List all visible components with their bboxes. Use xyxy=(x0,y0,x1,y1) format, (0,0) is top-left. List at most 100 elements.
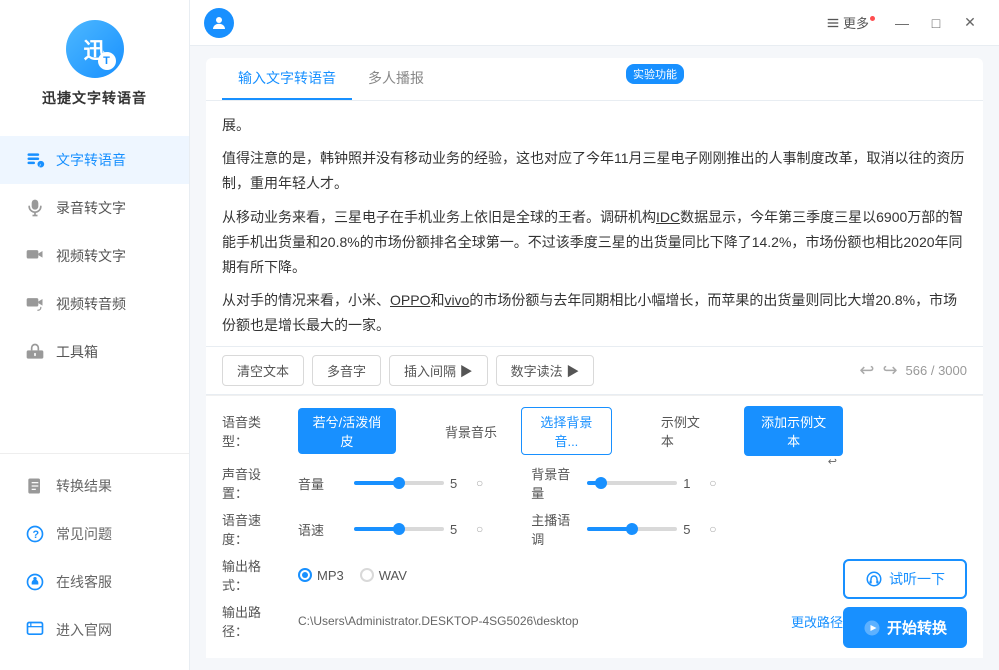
official-site-icon xyxy=(24,619,46,641)
wav-radio[interactable] xyxy=(360,568,374,582)
notification-dot xyxy=(870,16,875,21)
app-name: 迅捷文字转语音 xyxy=(42,88,147,108)
action-buttons: 试听一下 开始转换 xyxy=(843,559,967,648)
path-value: C:\Users\Administrator.DESKTOP-4SG5026\d… xyxy=(298,614,775,628)
bg-volume-slider-container: 1 ○ xyxy=(587,476,716,491)
clear-text-button[interactable]: 清空文本 xyxy=(222,355,304,386)
sidebar-item-text-to-speech[interactable]: ♪ 文字转语音 xyxy=(0,136,189,184)
titlebar: 更多 — □ ✕ xyxy=(190,0,999,46)
polyphone-button[interactable]: 多音字 xyxy=(312,355,381,386)
tabs-bar: 输入文字转语音 多人播报 实验功能 xyxy=(206,58,983,101)
mp3-radio[interactable] xyxy=(298,568,312,582)
insert-gap-button[interactable]: 插入间隔 ▶ xyxy=(389,355,488,386)
tab-text-to-speech[interactable]: 输入文字转语音 xyxy=(222,58,352,100)
example-label: 示例文本 xyxy=(661,412,706,450)
sidebar-item-official-site[interactable]: 进入官网 xyxy=(0,606,189,654)
host-tone-slider[interactable] xyxy=(587,527,677,531)
redo-button[interactable]: ↪ xyxy=(882,360,897,381)
sidebar-item-label-faq: 常见问题 xyxy=(56,524,112,544)
user-avatar xyxy=(204,8,234,38)
play-icon xyxy=(863,619,881,637)
video-to-text-icon xyxy=(24,245,46,267)
sidebar: 迅 T 迅捷文字转语音 ♪ 文字转语音 xyxy=(0,0,190,670)
more-label: 更多 xyxy=(843,13,869,32)
speed-label: 语速 xyxy=(298,520,338,539)
toolbox-icon xyxy=(24,341,46,363)
undo-button[interactable]: ↩ xyxy=(859,360,874,381)
bg-music-label: 背景音乐 xyxy=(445,422,505,441)
voice-type-button[interactable]: 若兮/活泼俏皮 xyxy=(298,408,396,454)
format-mp3[interactable]: MP3 xyxy=(298,568,344,583)
sidebar-item-video-to-audio[interactable]: 视频转音频 xyxy=(0,280,189,328)
sidebar-item-convert-result[interactable]: 转换结果 xyxy=(0,462,189,510)
tab-multi-broadcast[interactable]: 多人播报 xyxy=(352,58,440,100)
maximize-button[interactable]: □ xyxy=(921,8,951,38)
more-button[interactable]: 更多 xyxy=(818,9,883,36)
bg-volume-label: 背景音量 xyxy=(531,464,571,502)
text-content-p1: 展。 xyxy=(222,113,967,138)
bg-volume-value: 1 xyxy=(683,476,703,491)
text-panel[interactable]: 展。 值得注意的是，韩钟照并没有移动业务的经验，这也对应了今年11月三星电子刚刚… xyxy=(206,101,983,347)
convert-label: 开始转换 xyxy=(887,617,947,638)
settings-panel: 语音类型： 若兮/活泼俏皮 背景音乐 选择背景音... 示例文本 xyxy=(206,395,983,658)
text-content-p4: 从对手的情况来看，小米、OPPO和vivo的市场份额与去年同期相比小幅增长，而苹… xyxy=(222,288,967,338)
svg-text:?: ? xyxy=(33,529,40,541)
speed-slider-container: 5 ○ xyxy=(354,522,483,537)
main-area: 更多 — □ ✕ 输入文字转语音 多人播报 实验功能 展。 值得注意的是，韩钟照… xyxy=(190,0,999,670)
listen-label: 试听一下 xyxy=(889,569,945,589)
number-read-button[interactable]: 数字读法 ▶ xyxy=(496,355,595,386)
select-music-button[interactable]: 选择背景音... xyxy=(521,407,612,455)
char-count: 566 / 3000 xyxy=(906,363,967,378)
sidebar-item-label-toolbox: 工具箱 xyxy=(56,342,98,362)
format-label: 输出格式： xyxy=(222,556,282,594)
convert-result-icon xyxy=(24,475,46,497)
convert-button[interactable]: 开始转换 xyxy=(843,607,967,648)
online-service-icon xyxy=(24,571,46,593)
sidebar-item-label-convert-result: 转换结果 xyxy=(56,476,112,496)
host-tone-value: 5 xyxy=(683,522,703,537)
tab-multi-broadcast-label: 多人播报 xyxy=(368,70,424,86)
minimize-button[interactable]: — xyxy=(887,8,917,38)
faq-icon: ? xyxy=(24,523,46,545)
mp3-label: MP3 xyxy=(317,568,344,583)
listen-button[interactable]: 试听一下 xyxy=(843,559,967,599)
close-button[interactable]: ✕ xyxy=(955,8,985,38)
speed-slider[interactable] xyxy=(354,527,444,531)
titlebar-left xyxy=(204,8,818,38)
change-path-button[interactable]: 更改路径 xyxy=(791,612,843,631)
sidebar-item-label-video-to-text: 视频转文字 xyxy=(56,246,126,266)
app-logo: 迅 T 迅捷文字转语音 xyxy=(42,20,147,108)
bg-volume-slider[interactable] xyxy=(587,481,677,485)
sidebar-item-label-official-site: 进入官网 xyxy=(56,620,112,640)
speed-value: 5 xyxy=(450,522,470,537)
sidebar-item-label-text-to-speech: 文字转语音 xyxy=(56,150,126,170)
sidebar-nav: ♪ 文字转语音 录音转文字 视频 xyxy=(0,136,189,453)
sidebar-item-video-to-text[interactable]: 视频转文字 xyxy=(0,232,189,280)
text-to-speech-icon: ♪ xyxy=(24,149,46,171)
settings-row-1: 语音类型： 若兮/活泼俏皮 背景音乐 选择背景音... 示例文本 xyxy=(222,406,843,456)
volume-slider[interactable] xyxy=(354,481,444,485)
sidebar-item-label-audio-to-text: 录音转文字 xyxy=(56,198,126,218)
path-label: 输出路径： xyxy=(222,602,282,640)
format-wav[interactable]: WAV xyxy=(360,568,407,583)
host-tone-slider-container: 5 ○ xyxy=(587,522,716,537)
volume-label: 音量 xyxy=(298,474,338,493)
add-example-button[interactable]: 添加示例文本 xyxy=(744,406,843,456)
sidebar-item-audio-to-text[interactable]: 录音转文字 xyxy=(0,184,189,232)
speed-setting-label: 语音速度： xyxy=(222,510,282,548)
sidebar-item-online-service[interactable]: 在线客服 xyxy=(0,558,189,606)
sidebar-item-toolbox[interactable]: 工具箱 xyxy=(0,328,189,376)
settings-row-2: 声音设置： 音量 5 ○ 背景音量 xyxy=(222,464,843,502)
settings-row-4: 输出格式： MP3 WAV xyxy=(222,556,843,594)
toolbar: 清空文本 多音字 插入间隔 ▶ 数字读法 ▶ ↩ ↪ 566 / 3000 xyxy=(206,347,983,395)
headphone-icon xyxy=(865,570,883,588)
settings-left: 语音类型： 若兮/活泼俏皮 背景音乐 选择背景音... 示例文本 xyxy=(222,406,843,648)
volume-value: 5 xyxy=(450,476,470,491)
sidebar-item-label-online-service: 在线客服 xyxy=(56,572,112,592)
settings-row-3: 语音速度： 语速 5 ○ 主播语调 xyxy=(222,510,843,548)
sidebar-item-faq[interactable]: ? 常见问题 xyxy=(0,510,189,558)
format-radio-group: MP3 WAV xyxy=(298,568,407,583)
undo-redo-group: ↩ ↪ xyxy=(859,360,897,381)
logo-sub: T xyxy=(98,52,116,70)
sound-setting-label: 声音设置： xyxy=(222,464,282,502)
